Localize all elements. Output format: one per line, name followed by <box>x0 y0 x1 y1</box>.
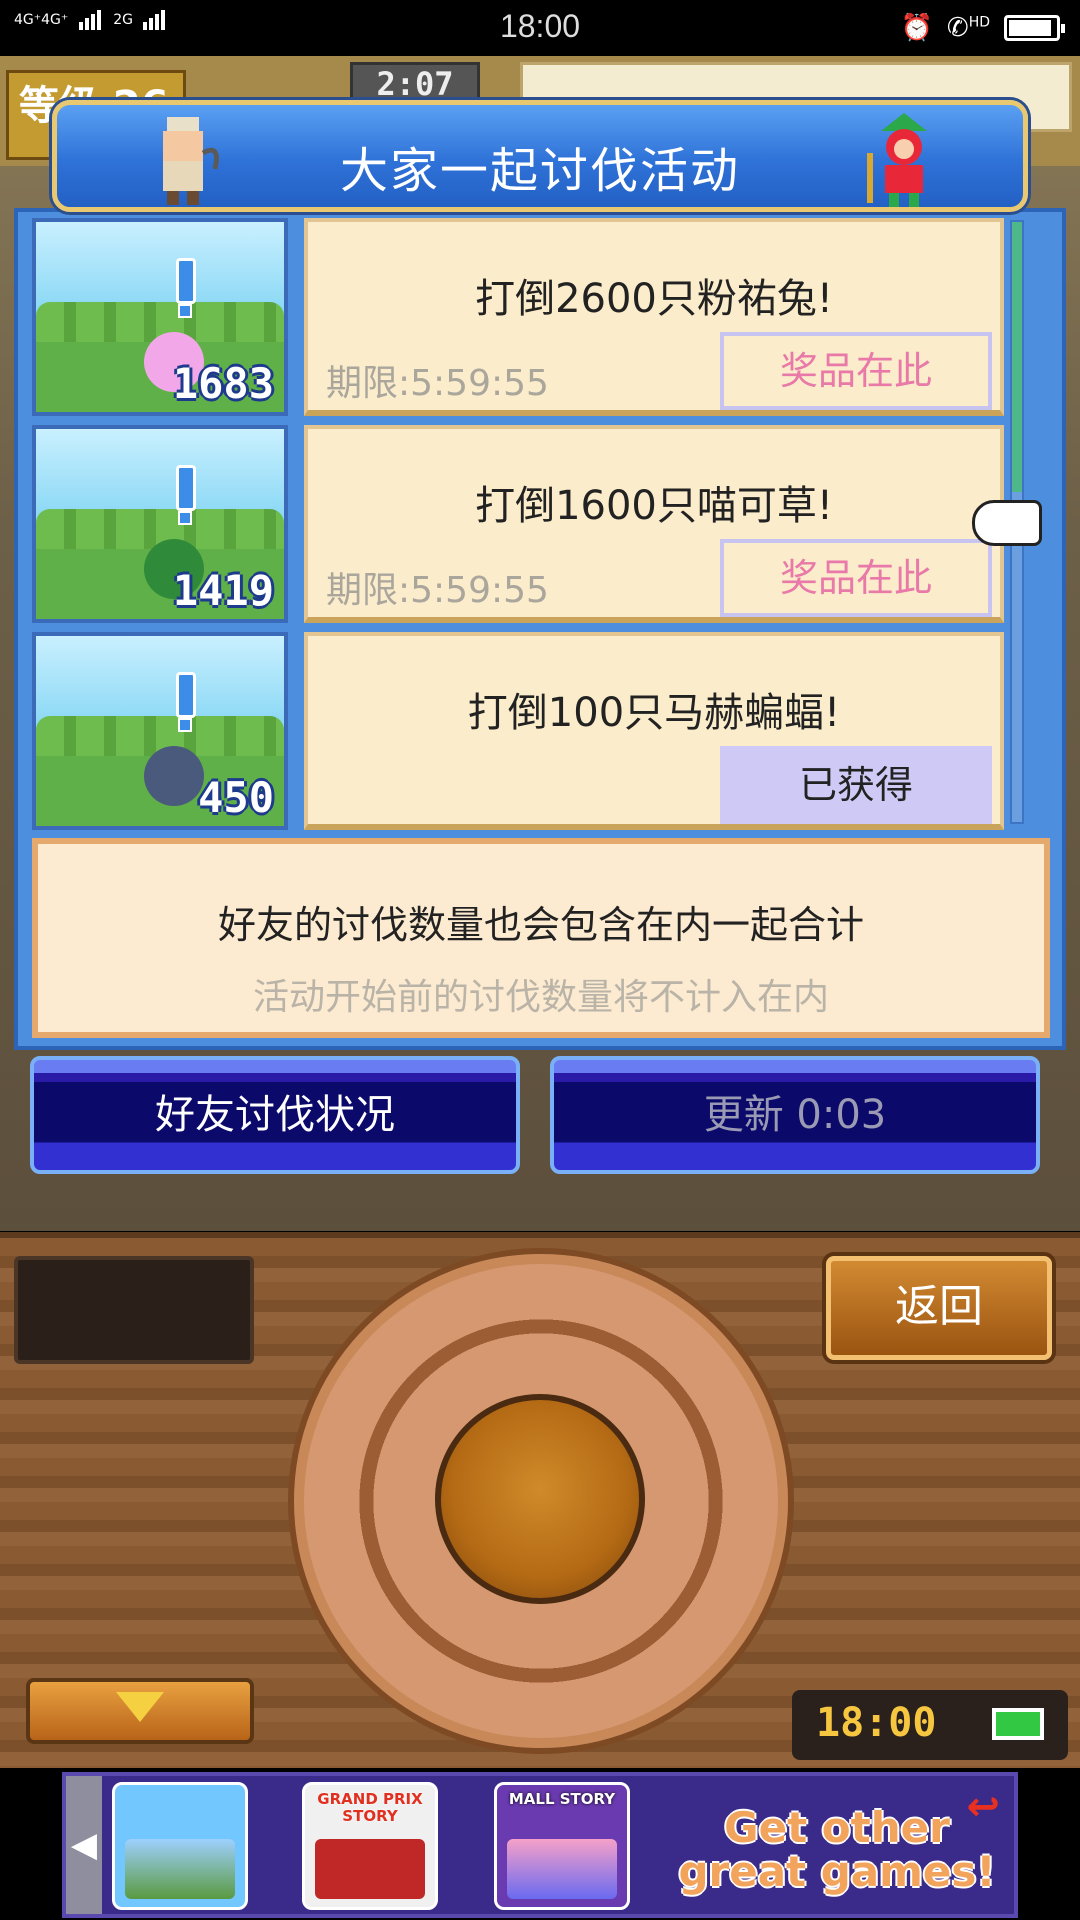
exclamation-icon <box>176 258 196 318</box>
down-arrow-icon <box>116 1692 164 1722</box>
quest-thumbnail: 1683 <box>32 218 288 416</box>
scrollbar-thumb[interactable] <box>1012 222 1022 492</box>
dpad-center-button[interactable] <box>435 1394 645 1604</box>
ad-banner[interactable]: ◀ GRAND PRIX STORY MALL STORY Get other … <box>0 1768 1080 1920</box>
bat-monster-icon <box>144 746 204 806</box>
kill-count: 1683 <box>172 359 274 408</box>
ad-tagline[interactable]: Get other great games! <box>664 1788 1010 1906</box>
kill-count: 450 <box>198 773 274 822</box>
status-icons: ⏰ ✆HD <box>900 10 1065 46</box>
ad-game-label: GRAND PRIX STORY <box>317 1790 423 1825</box>
quest-card: 打倒1600只喵可草! 期限:5:59:55 奖品在此 <box>304 425 1004 623</box>
ad-game-label: MALL STORY <box>508 1790 616 1808</box>
pointing-hand-icon <box>972 500 1042 546</box>
back-button[interactable]: 返回 <box>826 1256 1052 1360</box>
game-battery-icon <box>992 1708 1044 1740</box>
quest-thumbnail: 450 <box>32 632 288 830</box>
battery-icon <box>1004 15 1065 41</box>
modal-header: 大家一起讨伐活动 <box>52 100 1028 212</box>
quest-deadline: 期限:5:59:55 <box>326 570 549 611</box>
info-text-secondary: 活动开始前的讨伐数量将不计入在内 <box>252 977 829 1018</box>
info-text-primary: 好友的讨伐数量也会包含在内一起合计 <box>217 903 864 947</box>
hud-timer: 2:07 <box>350 62 480 104</box>
grand-prix-story-app-icon[interactable]: GRAND PRIX STORY <box>302 1782 438 1910</box>
return-arrow-icon: ↩ <box>966 1784 1000 1830</box>
info-panel: 好友的讨伐数量也会包含在内一起合计 活动开始前的讨伐数量将不计入在内 <box>32 838 1050 1038</box>
jester-character-icon <box>861 113 947 209</box>
exclamation-icon <box>176 465 196 525</box>
quest-title: 打倒1600只喵可草! <box>475 483 833 529</box>
quest-deadline: 期限:5:59:55 <box>326 363 549 404</box>
ad-banner-inner[interactable]: ◀ GRAND PRIX STORY MALL STORY Get other … <box>62 1772 1018 1918</box>
prize-button[interactable]: 奖品在此 <box>720 332 992 410</box>
friends-status-button[interactable]: 好友讨伐状况 <box>30 1056 520 1174</box>
quest-title: 打倒100只马赫蝙蝠! <box>467 690 841 736</box>
quest-thumbnail: 1419 <box>32 425 288 623</box>
status-bar: 4G⁺4G⁺ 2G 18:00 ⏰ ✆HD <box>0 0 1080 56</box>
quest-row: 450 打倒100只马赫蝙蝠! 已获得 <box>32 632 1022 830</box>
kingdom-story-app-icon[interactable] <box>112 1782 248 1910</box>
game-clock-time: 18:00 <box>816 1700 937 1746</box>
game-clock: 18:00 <box>792 1690 1068 1760</box>
exclamation-icon <box>176 672 196 732</box>
hd-label: HD <box>968 14 990 31</box>
quest-title: 打倒2600只粉祐兔! <box>475 276 833 322</box>
quest-row: 1683 打倒2600只粉祐兔! 期限:5:59:55 奖品在此 <box>32 218 1022 416</box>
kill-count: 1419 <box>172 566 274 615</box>
ad-prev-arrow-icon[interactable]: ◀ <box>66 1776 102 1914</box>
alarm-icon: ⏰ <box>900 13 933 43</box>
panel-display <box>14 1256 254 1364</box>
mall-story-app-icon[interactable]: MALL STORY <box>494 1782 630 1910</box>
quest-card: 打倒100只马赫蝙蝠! 已获得 <box>304 632 1004 830</box>
quest-list[interactable]: 1683 打倒2600只粉祐兔! 期限:5:59:55 奖品在此 1419 打倒… <box>32 218 1022 835</box>
prize-button[interactable]: 奖品在此 <box>720 539 992 617</box>
quest-row: 1419 打倒1600只喵可草! 期限:5:59:55 奖品在此 <box>32 425 1022 623</box>
quest-card: 打倒2600只粉祐兔! 期限:5:59:55 奖品在此 <box>304 218 1004 416</box>
obtained-button[interactable]: 已获得 <box>720 746 992 824</box>
refresh-button[interactable]: 更新 0:03 <box>550 1056 1040 1174</box>
hd-call-icon: ✆HD <box>946 13 990 43</box>
